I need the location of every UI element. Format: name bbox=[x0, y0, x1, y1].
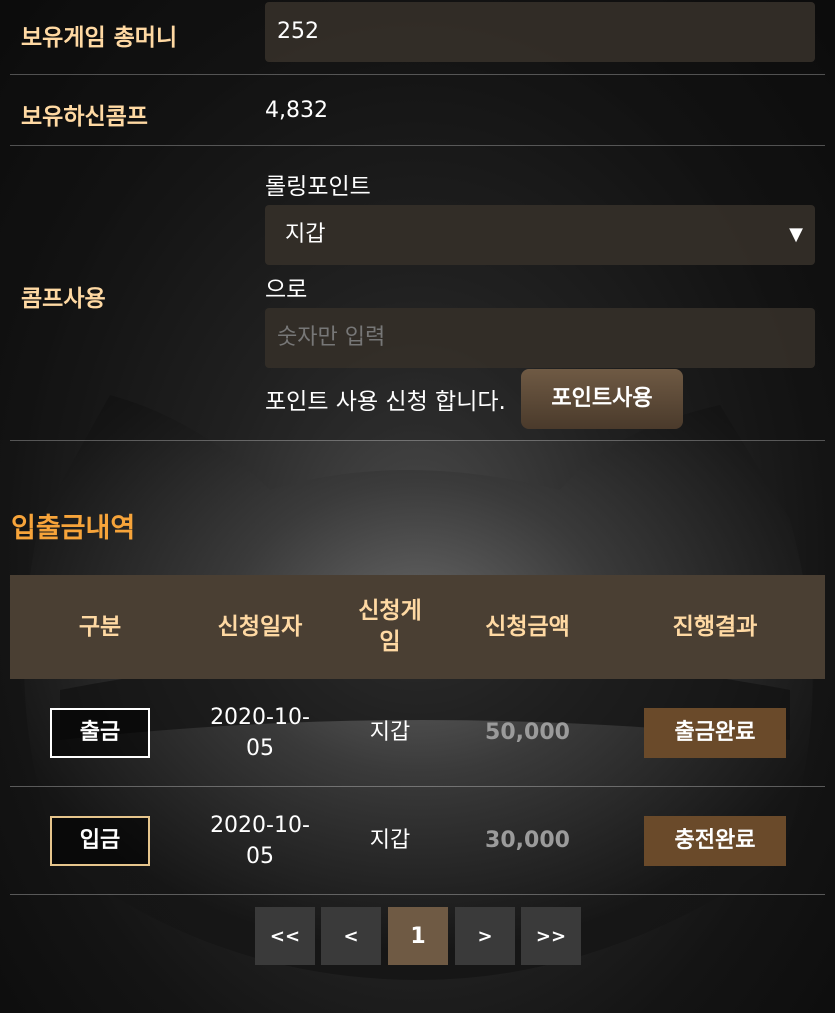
comp-use-label: 콤프사용 bbox=[21, 286, 106, 312]
row-date-line1: 2020-10- bbox=[210, 812, 310, 838]
row-amount: 30,000 bbox=[485, 828, 570, 853]
col-amount: 신청금액 bbox=[485, 613, 570, 640]
chevron-down-icon: ▼ bbox=[789, 224, 803, 245]
col-game-line1: 신청게 bbox=[358, 598, 422, 624]
row-date-line1: 2020-10- bbox=[210, 704, 310, 730]
rolling-point-label: 롤링포인트 bbox=[265, 174, 371, 200]
col-date: 신청일자 bbox=[217, 613, 303, 640]
table-row: 출금 2020-10- 05 지갑 50,000 출금완료 bbox=[10, 679, 825, 787]
comp-use-row: 콤프사용 롤링포인트 지갑 ▼ 으로 숫자만 입력 포인트 사용 신청 합니다.… bbox=[10, 145, 825, 441]
page-current-button[interactable]: 1 bbox=[388, 907, 448, 965]
col-game: 신청게 임 bbox=[330, 575, 450, 679]
money-value: 252 bbox=[265, 2, 815, 62]
use-points-button[interactable]: 포인트사용 bbox=[521, 369, 683, 429]
wallet-select-value: 지갑 bbox=[285, 222, 326, 247]
pagination: << < 1 > >> bbox=[0, 907, 835, 965]
comp-value: 4,832 bbox=[265, 98, 328, 123]
row-date: 2020-10- 05 bbox=[190, 679, 330, 786]
type-badge-deposit: 입금 bbox=[50, 815, 150, 866]
status-badge: 출금완료 bbox=[644, 707, 786, 758]
row-game: 지갑 bbox=[369, 828, 411, 853]
status-badge: 충전완료 bbox=[644, 815, 786, 866]
col-game-line2: 임 bbox=[379, 629, 401, 655]
row-date-line2: 05 bbox=[246, 735, 274, 761]
page-prev-button[interactable]: < bbox=[321, 907, 381, 965]
type-badge-withdraw: 출금 bbox=[50, 707, 150, 758]
table-row: 입금 2020-10- 05 지갑 30,000 충전완료 bbox=[10, 787, 825, 895]
comp-row: 보유하신콤프 4,832 bbox=[10, 74, 825, 146]
apply-text: 포인트 사용 신청 합니다. bbox=[265, 389, 506, 415]
row-amount: 50,000 bbox=[485, 720, 570, 745]
page-next-button[interactable]: > bbox=[455, 907, 515, 965]
comp-label: 보유하신콤프 bbox=[21, 104, 148, 130]
page-first-button[interactable]: << bbox=[255, 907, 315, 965]
wallet-select[interactable]: 지갑 ▼ bbox=[265, 205, 815, 265]
col-type: 구분 bbox=[78, 613, 122, 640]
history-title: 입출금내역 bbox=[11, 513, 136, 544]
to-label: 으로 bbox=[265, 277, 308, 303]
table-header: 구분 신청일자 신청게 임 신청금액 진행결과 bbox=[10, 575, 825, 679]
amount-input[interactable]: 숫자만 입력 bbox=[265, 308, 815, 368]
row-date: 2020-10- 05 bbox=[190, 787, 330, 894]
row-date-line2: 05 bbox=[246, 843, 274, 869]
money-label: 보유게임 총머니 bbox=[21, 25, 178, 51]
page-last-button[interactable]: >> bbox=[521, 907, 581, 965]
money-row: 보유게임 총머니 252 bbox=[10, 0, 825, 75]
col-status: 진행결과 bbox=[672, 613, 758, 640]
row-game: 지갑 bbox=[369, 720, 411, 745]
